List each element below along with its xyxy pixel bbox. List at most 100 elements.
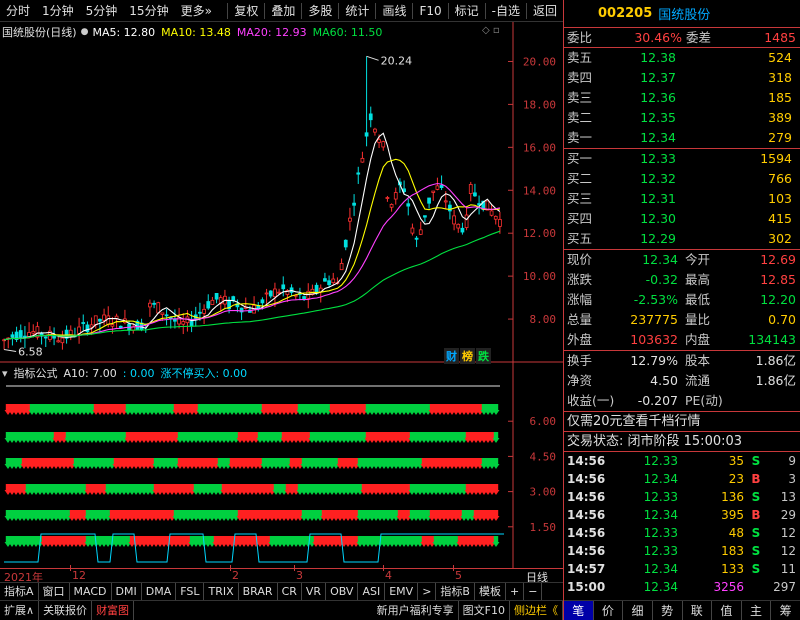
quote-tab-7[interactable]: 筹 bbox=[771, 601, 800, 620]
sell-level-4[interactable]: 卖一 12.34 279 bbox=[564, 128, 800, 148]
ind-tab-2[interactable]: MACD bbox=[70, 582, 112, 601]
sell-level-2[interactable]: 卖三 12.36 185 bbox=[564, 88, 800, 108]
quote-tab-2[interactable]: 细 bbox=[623, 601, 653, 620]
weibi-label: 委比 bbox=[567, 30, 593, 45]
bottom-tab-left-1[interactable]: 关联报价 bbox=[39, 600, 93, 620]
quote-tab-5[interactable]: 值 bbox=[712, 601, 742, 620]
ind-tab-8[interactable]: CR bbox=[278, 582, 302, 601]
quote-tab-6[interactable]: 主 bbox=[742, 601, 772, 620]
bottom-tab-right-0[interactable]: 新用户福利专享 bbox=[373, 600, 459, 620]
candle-body bbox=[323, 278, 327, 282]
chart-badge-2[interactable]: 跌 bbox=[476, 348, 491, 364]
chart-badge-1[interactable]: 榜 bbox=[460, 348, 475, 364]
stat-value: 0.70 bbox=[768, 312, 796, 327]
ind-tab-1[interactable]: 窗口 bbox=[39, 582, 70, 601]
sell-level-0[interactable]: 卖五 12.38 524 bbox=[564, 48, 800, 68]
indicator-toggle-icon[interactable]: ▾ bbox=[2, 367, 8, 380]
ind-tab-16[interactable]: + bbox=[506, 582, 525, 601]
period-tab-3[interactable]: 15分钟 bbox=[123, 0, 174, 22]
toolbar-btn-8[interactable]: 返回 bbox=[527, 0, 563, 22]
candle-body bbox=[110, 324, 115, 327]
buy-level-3[interactable]: 买四 12.30 415 bbox=[564, 209, 800, 229]
sell-level-1[interactable]: 卖四 12.37 318 bbox=[564, 68, 800, 88]
ind-tab-13[interactable]: > bbox=[418, 582, 437, 601]
toolbar-btn-6[interactable]: 标记 bbox=[449, 0, 485, 22]
candle-body bbox=[260, 299, 265, 304]
indicator-chart[interactable]: 1.50 3.00 4.50 6.00 bbox=[0, 382, 563, 568]
buy-level-0[interactable]: 买一 12.33 1594 bbox=[564, 149, 800, 169]
indicator-name[interactable]: 指标公式 bbox=[14, 365, 58, 381]
tick-volume: 48 bbox=[728, 526, 744, 540]
ind-tab-14[interactable]: 指标B bbox=[436, 582, 475, 601]
ind-tab-11[interactable]: ASI bbox=[358, 582, 386, 601]
ind-tab-10[interactable]: OBV bbox=[326, 582, 359, 601]
stat-label: 内盘 bbox=[685, 332, 711, 347]
toolbar-btn-1[interactable]: 叠加 bbox=[265, 0, 301, 22]
toolbar-btn-7[interactable]: -自选 bbox=[486, 0, 526, 22]
ind-tab-17[interactable]: − bbox=[524, 582, 543, 601]
ind-tab-15[interactable]: 模板 bbox=[475, 582, 506, 601]
tick-direction bbox=[744, 578, 768, 596]
ind-tab-6[interactable]: TRIX bbox=[204, 582, 239, 601]
toolbar-btn-2[interactable]: 多股 bbox=[302, 0, 338, 22]
toolbar-btn-5[interactable]: F10 bbox=[413, 0, 447, 22]
level-volume: 389 bbox=[768, 110, 792, 125]
buy-level-2[interactable]: 买三 12.31 103 bbox=[564, 189, 800, 209]
period-tab-2[interactable]: 5分钟 bbox=[80, 0, 124, 22]
period-tab-1[interactable]: 1分钟 bbox=[36, 0, 80, 22]
stat-label: 最低 bbox=[685, 292, 711, 307]
ind-tab-12[interactable]: EMV bbox=[385, 582, 419, 601]
level2-promo[interactable]: 仅需20元查看千档行情 bbox=[564, 412, 800, 432]
time-tick bbox=[453, 565, 454, 571]
tick-time: 14:57 bbox=[567, 562, 606, 576]
level-price: 12.29 bbox=[640, 231, 676, 246]
period-tab-4[interactable]: 更多» bbox=[175, 0, 218, 22]
level-volume: 185 bbox=[768, 90, 792, 105]
period-tab-0[interactable]: 分时 bbox=[0, 0, 36, 22]
chart-badge-0[interactable]: 财 bbox=[444, 348, 459, 364]
indicator-tabs: 指标A 窗口 MACD DMI DMA FSL TRIX BRAR CR VR OBV ASI EMV >… bbox=[0, 582, 563, 601]
quote-stats-2: 换手 12.79% 股本 1.86亿 净资 4.50 流通 1.86亿 收益(一) -0.207 P… bbox=[564, 351, 800, 412]
candle-body bbox=[43, 336, 48, 339]
tick-row: 14:56 12.33 48 S 12 bbox=[564, 524, 800, 542]
level-label: 买四 bbox=[567, 211, 593, 226]
toolbar-btn-0[interactable]: 复权 bbox=[228, 0, 264, 22]
toolbar-btn-4[interactable]: 画线 bbox=[376, 0, 412, 22]
stats2-row-0: 换手 12.79% 股本 1.86亿 bbox=[564, 351, 800, 371]
stats-cell: 总量 237775 bbox=[564, 310, 682, 330]
stats-cell: 最低 12.20 bbox=[682, 290, 800, 310]
buy-level-1[interactable]: 买二 12.32 766 bbox=[564, 169, 800, 189]
candle-body bbox=[89, 324, 94, 328]
toolbar-btn-3[interactable]: 统计 bbox=[339, 0, 375, 22]
ind-tab-0[interactable]: 指标A bbox=[0, 582, 39, 601]
bottom-tab-left-0[interactable]: 扩展∧ bbox=[0, 600, 40, 620]
candle-body bbox=[468, 184, 473, 195]
tick-direction: S bbox=[751, 490, 761, 504]
tick-count: 12 bbox=[780, 544, 796, 558]
stock-terminal: 分时 1分钟 5分钟 15分钟 更多» 复权 叠加 多股 统计 画线 F10 标记 -自选 返回 国统股份… bbox=[0, 0, 800, 620]
bottom-tab-left-2[interactable]: 财富图 bbox=[92, 600, 135, 620]
weicha-value: 1485 bbox=[764, 30, 796, 45]
tick-volume: 133 bbox=[721, 562, 744, 576]
stat-value: 1.86亿 bbox=[755, 353, 796, 368]
quote-tab-4[interactable]: 联 bbox=[683, 601, 713, 620]
candle-body bbox=[343, 239, 348, 248]
ind-tab-5[interactable]: FSL bbox=[176, 582, 205, 601]
ind-tab-4[interactable]: DMA bbox=[142, 582, 177, 601]
ind-tab-9[interactable]: VR bbox=[302, 582, 327, 601]
candlestick-chart[interactable]: 8.00 10.00 12.00 14.00 16.00 18.00 20.00 20.24 6… bbox=[0, 22, 563, 384]
sell-level-3[interactable]: 卖二 12.35 389 bbox=[564, 108, 800, 128]
stats2-cell: 换手 12.79% bbox=[564, 351, 682, 371]
buy-level-4[interactable]: 买五 12.29 302 bbox=[564, 229, 800, 249]
stat-label: 总量 bbox=[567, 312, 593, 327]
chart-badges[interactable]: 财榜跌 bbox=[444, 348, 491, 364]
level-label: 卖二 bbox=[567, 110, 593, 125]
quote-tab-0[interactable]: 笔 bbox=[564, 601, 594, 620]
bottom-tab-right-2[interactable]: 侧边栏《 bbox=[510, 600, 563, 620]
bottom-tab-right-1[interactable]: 图文F10 bbox=[459, 600, 510, 620]
ind-tab-3[interactable]: DMI bbox=[112, 582, 142, 601]
quote-tab-3[interactable]: 势 bbox=[653, 601, 683, 620]
quote-tab-1[interactable]: 价 bbox=[594, 601, 624, 620]
ind-tab-7[interactable]: BRAR bbox=[239, 582, 278, 601]
candle-body bbox=[385, 197, 390, 199]
